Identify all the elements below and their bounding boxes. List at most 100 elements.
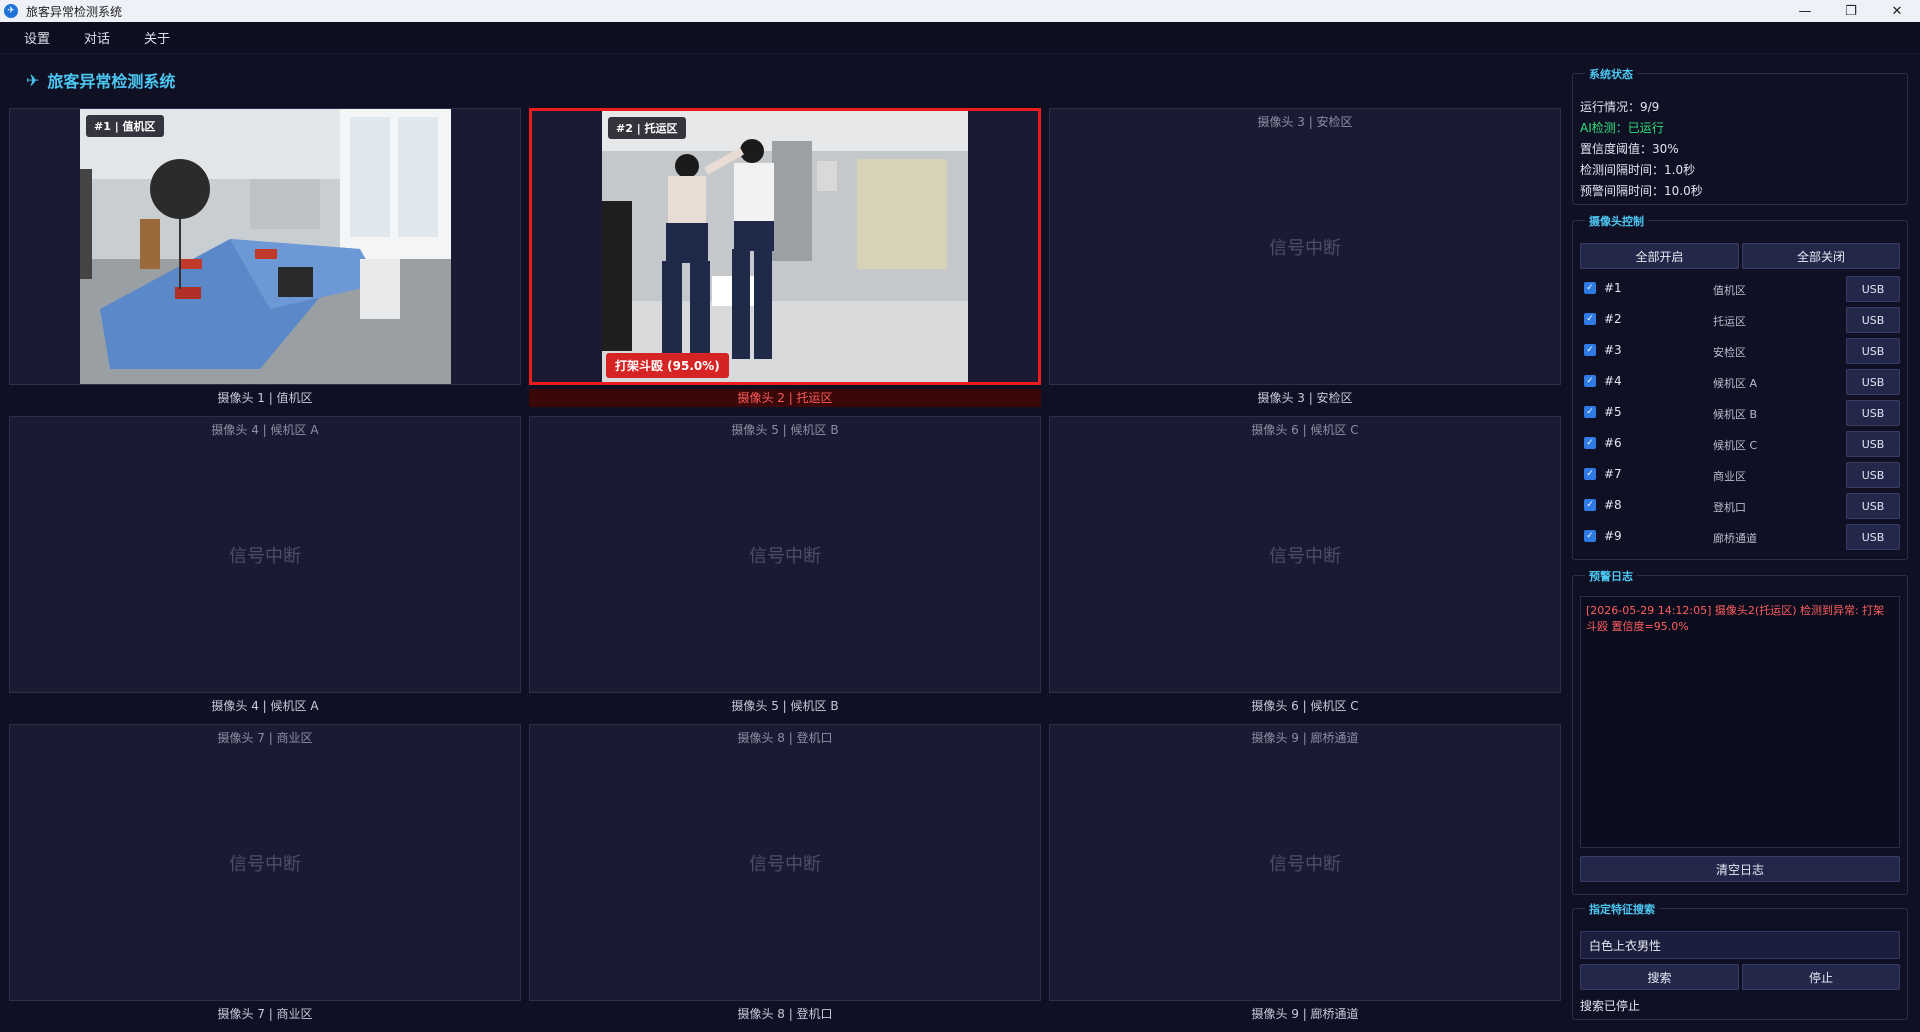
camera-feed-1	[80, 109, 451, 384]
camera-caption-5: 摄像头 5 | 候机区 B	[731, 699, 839, 713]
camera-caption-2: 摄像头 2 | 托运区	[529, 389, 1041, 407]
source-button-camera-9[interactable]: USB	[1846, 524, 1900, 550]
camera-row-6: ✓ #6 候机区 C USB	[1580, 431, 1900, 457]
camera-view-6[interactable]: 信号中断 摄像头 6 | 候机区 C	[1049, 416, 1561, 693]
close-icon[interactable]: ✕	[1874, 0, 1920, 22]
restore-icon[interactable]: ❐	[1828, 0, 1874, 22]
camera-top-label-4: 摄像头 4 | 候机区 A	[211, 423, 319, 437]
no-signal-label-6: 信号中断	[1269, 545, 1341, 567]
camera-row-id: #2	[1604, 312, 1622, 326]
camera-top-label-7: 摄像头 7 | 商业区	[217, 731, 313, 745]
source-button-camera-1[interactable]: USB	[1846, 276, 1900, 302]
feature-search-group: 指定特征搜索 白色上衣男性 搜索 停止 搜索已停止	[1572, 901, 1908, 1020]
camera-row-3: ✓ #3 安检区 USB	[1580, 338, 1900, 364]
camera-row-5: ✓ #5 候机区 B USB	[1580, 400, 1900, 426]
checkbox-camera-9[interactable]: ✓	[1584, 530, 1596, 542]
checkbox-camera-6[interactable]: ✓	[1584, 437, 1596, 449]
feature-search-title: 指定特征搜索	[1585, 901, 1659, 917]
camera-view-9[interactable]: 信号中断 摄像头 9 | 廊桥通道	[1049, 724, 1561, 1001]
all-on-button[interactable]: 全部开启	[1580, 243, 1739, 269]
camera-view-3[interactable]: 信号中断 摄像头 3 | 安检区	[1049, 108, 1561, 385]
checkbox-camera-1[interactable]: ✓	[1584, 282, 1596, 294]
app-icon: ✈	[4, 4, 18, 18]
status-detect-interval: 检测间隔时间：1.0秒	[1580, 163, 1696, 177]
checkbox-camera-7[interactable]: ✓	[1584, 468, 1596, 480]
camera-feed-2-image	[602, 111, 968, 382]
camera-control-title: 摄像头控制	[1585, 213, 1648, 229]
alert-log-entry: [2026-05-29 14:12:05] 摄像头2(托运区) 检测到异常: 打…	[1586, 604, 1885, 633]
no-signal-label-5: 信号中断	[749, 545, 821, 567]
menu-about[interactable]: 关于	[144, 28, 170, 47]
checkbox-camera-2[interactable]: ✓	[1584, 313, 1596, 325]
camera-overlay-label-1: #1 | 值机区	[86, 115, 164, 137]
window-title: 旅客异常检测系统	[26, 4, 123, 19]
window-titlebar: ✈ 旅客异常检测系统 — ❐ ✕	[0, 0, 1920, 22]
system-status-title: 系统状态	[1585, 66, 1637, 82]
camera-caption-7: 摄像头 7 | 商业区	[217, 1007, 313, 1021]
checkbox-camera-5[interactable]: ✓	[1584, 406, 1596, 418]
camera-top-label-3: 摄像头 3 | 安检区	[1257, 115, 1353, 129]
camera-feed-2	[602, 111, 968, 382]
camera-row-id: #6	[1604, 436, 1622, 450]
camera-overlay-label-2: #2 | 托运区	[608, 117, 686, 139]
no-signal-label-9: 信号中断	[1269, 853, 1341, 875]
feature-search-input[interactable]: 白色上衣男性	[1580, 931, 1900, 959]
source-button-camera-8[interactable]: USB	[1846, 493, 1900, 519]
search-status-text: 搜索已停止	[1580, 999, 1641, 1013]
menu-dialog[interactable]: 对话	[84, 28, 110, 47]
clear-log-button[interactable]: 清空日志	[1580, 856, 1900, 882]
source-button-camera-4[interactable]: USB	[1846, 369, 1900, 395]
camera-caption-4: 摄像头 4 | 候机区 A	[211, 699, 319, 713]
camera-row-zone: 候机区 A	[1713, 377, 1758, 390]
window-controls: — ❐ ✕	[1782, 0, 1920, 22]
camera-view-5[interactable]: 信号中断 摄像头 5 | 候机区 B	[529, 416, 1041, 693]
plane-icon: ✈	[26, 70, 40, 90]
camera-row-id: #5	[1604, 405, 1622, 419]
source-button-camera-6[interactable]: USB	[1846, 431, 1900, 457]
status-ai: AI检测：已运行	[1580, 121, 1664, 135]
menu-settings[interactable]: 设置	[24, 28, 50, 47]
source-button-camera-2[interactable]: USB	[1846, 307, 1900, 333]
alert-log-group: 预警日志 [2026-05-29 14:12:05] 摄像头2(托运区) 检测到…	[1572, 568, 1908, 895]
all-off-button[interactable]: 全部关闭	[1742, 243, 1900, 269]
camera-view-1[interactable]: #1 | 值机区	[9, 108, 521, 385]
source-button-camera-3[interactable]: USB	[1846, 338, 1900, 364]
camera-top-label-6: 摄像头 6 | 候机区 C	[1251, 423, 1359, 437]
camera-row-zone: 商业区	[1713, 470, 1746, 483]
camera-row-id: #4	[1604, 374, 1622, 388]
minimize-icon[interactable]: —	[1782, 0, 1828, 22]
search-button[interactable]: 搜索	[1580, 964, 1739, 990]
camera-caption-9: 摄像头 9 | 廊桥通道	[1251, 1007, 1359, 1021]
camera-view-7[interactable]: 信号中断 摄像头 7 | 商业区	[9, 724, 521, 1001]
camera-caption-6: 摄像头 6 | 候机区 C	[1251, 699, 1359, 713]
no-signal-label-4: 信号中断	[229, 545, 301, 567]
camera-row-id: #7	[1604, 467, 1622, 481]
checkbox-camera-3[interactable]: ✓	[1584, 344, 1596, 356]
camera-row-zone: 值机区	[1713, 284, 1746, 297]
alert-log-title: 预警日志	[1585, 568, 1637, 584]
checkbox-camera-8[interactable]: ✓	[1584, 499, 1596, 511]
camera-row-7: ✓ #7 商业区 USB	[1580, 462, 1900, 488]
source-button-camera-5[interactable]: USB	[1846, 400, 1900, 426]
system-status-group: 系统状态 运行情况：9/9 AI检测：已运行 置信度阈值：30% 检测间隔时间：…	[1572, 66, 1908, 205]
stop-button[interactable]: 停止	[1742, 964, 1900, 990]
camera-view-2[interactable]: #2 | 托运区 打架斗殴 (95.0%)	[529, 108, 1041, 385]
camera-view-4[interactable]: 信号中断 摄像头 4 | 候机区 A	[9, 416, 521, 693]
checkbox-camera-4[interactable]: ✓	[1584, 375, 1596, 387]
camera-top-label-8: 摄像头 8 | 登机口	[737, 731, 833, 745]
camera-feed-1-image	[80, 109, 451, 384]
camera-row-id: #3	[1604, 343, 1622, 357]
no-signal-label-7: 信号中断	[229, 853, 301, 875]
camera-row-8: ✓ #8 登机口 USB	[1580, 493, 1900, 519]
source-button-camera-7[interactable]: USB	[1846, 462, 1900, 488]
camera-view-8[interactable]: 信号中断 摄像头 8 | 登机口	[529, 724, 1041, 1001]
status-running: 运行情况：9/9	[1580, 100, 1660, 114]
camera-top-label-5: 摄像头 5 | 候机区 B	[731, 423, 839, 437]
app-header: ✈ 旅客异常检测系统	[26, 68, 175, 92]
camera-caption-8: 摄像头 8 | 登机口	[737, 1007, 833, 1021]
alarm-detection-tag: 打架斗殴 (95.0%)	[606, 353, 729, 378]
app-title: 旅客异常检测系统	[47, 72, 176, 91]
alert-log-list[interactable]: [2026-05-29 14:12:05] 摄像头2(托运区) 检测到异常: 打…	[1580, 596, 1900, 848]
camera-row-zone: 登机口	[1713, 501, 1746, 514]
camera-caption-1: 摄像头 1 | 值机区	[217, 391, 313, 405]
